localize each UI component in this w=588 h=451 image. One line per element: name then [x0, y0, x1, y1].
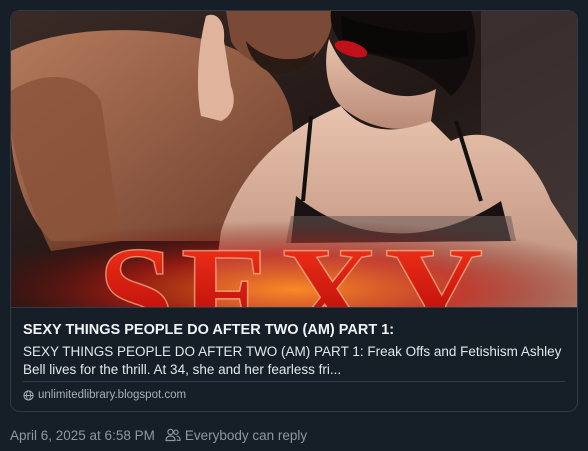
link-preview-title[interactable]: SEXY THINGS PEOPLE DO AFTER TWO (AM) PAR… [23, 321, 563, 339]
globe-icon [23, 389, 34, 401]
post-footer: April 6, 2025 at 6:58 PM Everybody can r… [10, 426, 307, 444]
reply-settings-button[interactable]: Everybody can reply [165, 428, 307, 443]
link-preview-description: SEXY THINGS PEOPLE DO AFTER TWO (AM) PAR… [23, 343, 567, 379]
people-icon [165, 428, 181, 442]
reply-settings-label: Everybody can reply [184, 427, 308, 443]
link-preview-image[interactable]: SEXY [11, 11, 577, 307]
link-preview-domain[interactable]: unlimitedlibrary.blogspot.com [23, 387, 186, 403]
link-preview-description-line: SEXY THINGS PEOPLE DO AFTER TWO (AM) PAR… [23, 344, 562, 359]
link-preview-description-line: Bell lives for the thrill. At 34, she an… [23, 362, 342, 377]
post-timestamp[interactable]: April 6, 2025 at 6:58 PM [10, 428, 155, 443]
link-preview-card[interactable]: SEXY SEXY THINGS PEOPLE DO AFTER TWO (AM… [10, 10, 578, 412]
cover-artwork: SEXY [11, 11, 577, 307]
cover-title-text: SEXY [98, 218, 490, 307]
link-preview-divider [23, 381, 565, 382]
link-preview-meta: SEXY THINGS PEOPLE DO AFTER TWO (AM) PAR… [11, 307, 577, 411]
link-preview-domain-text: unlimitedlibrary.blogspot.com [38, 389, 187, 401]
post-embed-page: SEXY SEXY THINGS PEOPLE DO AFTER TWO (AM… [0, 0, 588, 451]
